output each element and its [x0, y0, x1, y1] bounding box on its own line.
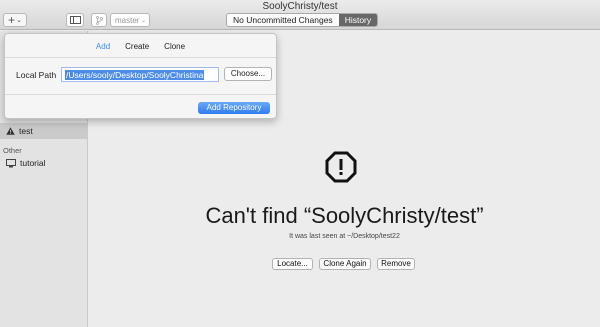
remove-button[interactable]: Remove — [377, 258, 415, 270]
view-segmented-control: No Uncommitted Changes History — [226, 13, 379, 27]
locate-button[interactable]: Locate... — [272, 258, 313, 270]
tab-clone[interactable]: Clone — [164, 42, 185, 51]
error-subtitle: It was last seen at ~/Desktop/test22 — [289, 233, 400, 240]
computer-icon — [6, 158, 16, 167]
choose-button[interactable]: Choose... — [224, 67, 272, 81]
local-path-field[interactable]: /Users/sooly/Desktop/SoolyChristina — [61, 67, 219, 82]
chevron-down-icon: ⌄ — [140, 17, 146, 24]
sidebar-item-label: test — [19, 126, 33, 136]
local-path-value: /Users/sooly/Desktop/SoolyChristina — [65, 70, 205, 80]
divider — [5, 94, 276, 95]
add-repository-menu-button[interactable]: + ⌄ — [3, 13, 27, 27]
clone-again-button[interactable]: Clone Again — [319, 258, 371, 270]
branch-selector[interactable]: master ⌄ — [110, 13, 150, 27]
branch-icon — [95, 15, 103, 25]
branch-icon-button[interactable] — [91, 13, 107, 27]
sidebar-section-other: Other — [3, 146, 22, 155]
title-bar: SoolyChristy/test + ⌄ master ⌄ No Uncomm… — [0, 0, 600, 30]
divider — [5, 57, 276, 58]
alert-octagon-icon — [325, 151, 357, 183]
sidebar-icon — [69, 16, 81, 24]
error-title: Can't find “SoolyChristy/test” — [205, 203, 484, 228]
window-title: SoolyChristy/test — [262, 1, 338, 12]
branch-label: master — [115, 15, 140, 25]
toggle-sidebar-button[interactable] — [66, 13, 84, 27]
warning-icon — [6, 127, 15, 135]
sidebar-item-test[interactable]: test — [6, 126, 33, 136]
popover-tabs: Add Create Clone — [5, 42, 276, 51]
tab-no-uncommitted-changes[interactable]: No Uncommitted Changes — [227, 14, 339, 26]
plus-icon: + — [8, 13, 16, 27]
chevron-down-icon: ⌄ — [16, 17, 22, 24]
sidebar-item-label: tutorial — [20, 158, 46, 168]
tab-history[interactable]: History — [338, 14, 378, 26]
tab-add[interactable]: Add — [96, 42, 110, 51]
add-repository-button[interactable]: Add Repository — [198, 102, 270, 114]
add-repository-popover: Add Create Clone Local Path /Users/sooly… — [4, 33, 277, 119]
local-path-label: Local Path — [16, 70, 57, 80]
tab-create[interactable]: Create — [125, 42, 149, 51]
sidebar-item-tutorial[interactable]: tutorial — [6, 158, 46, 168]
